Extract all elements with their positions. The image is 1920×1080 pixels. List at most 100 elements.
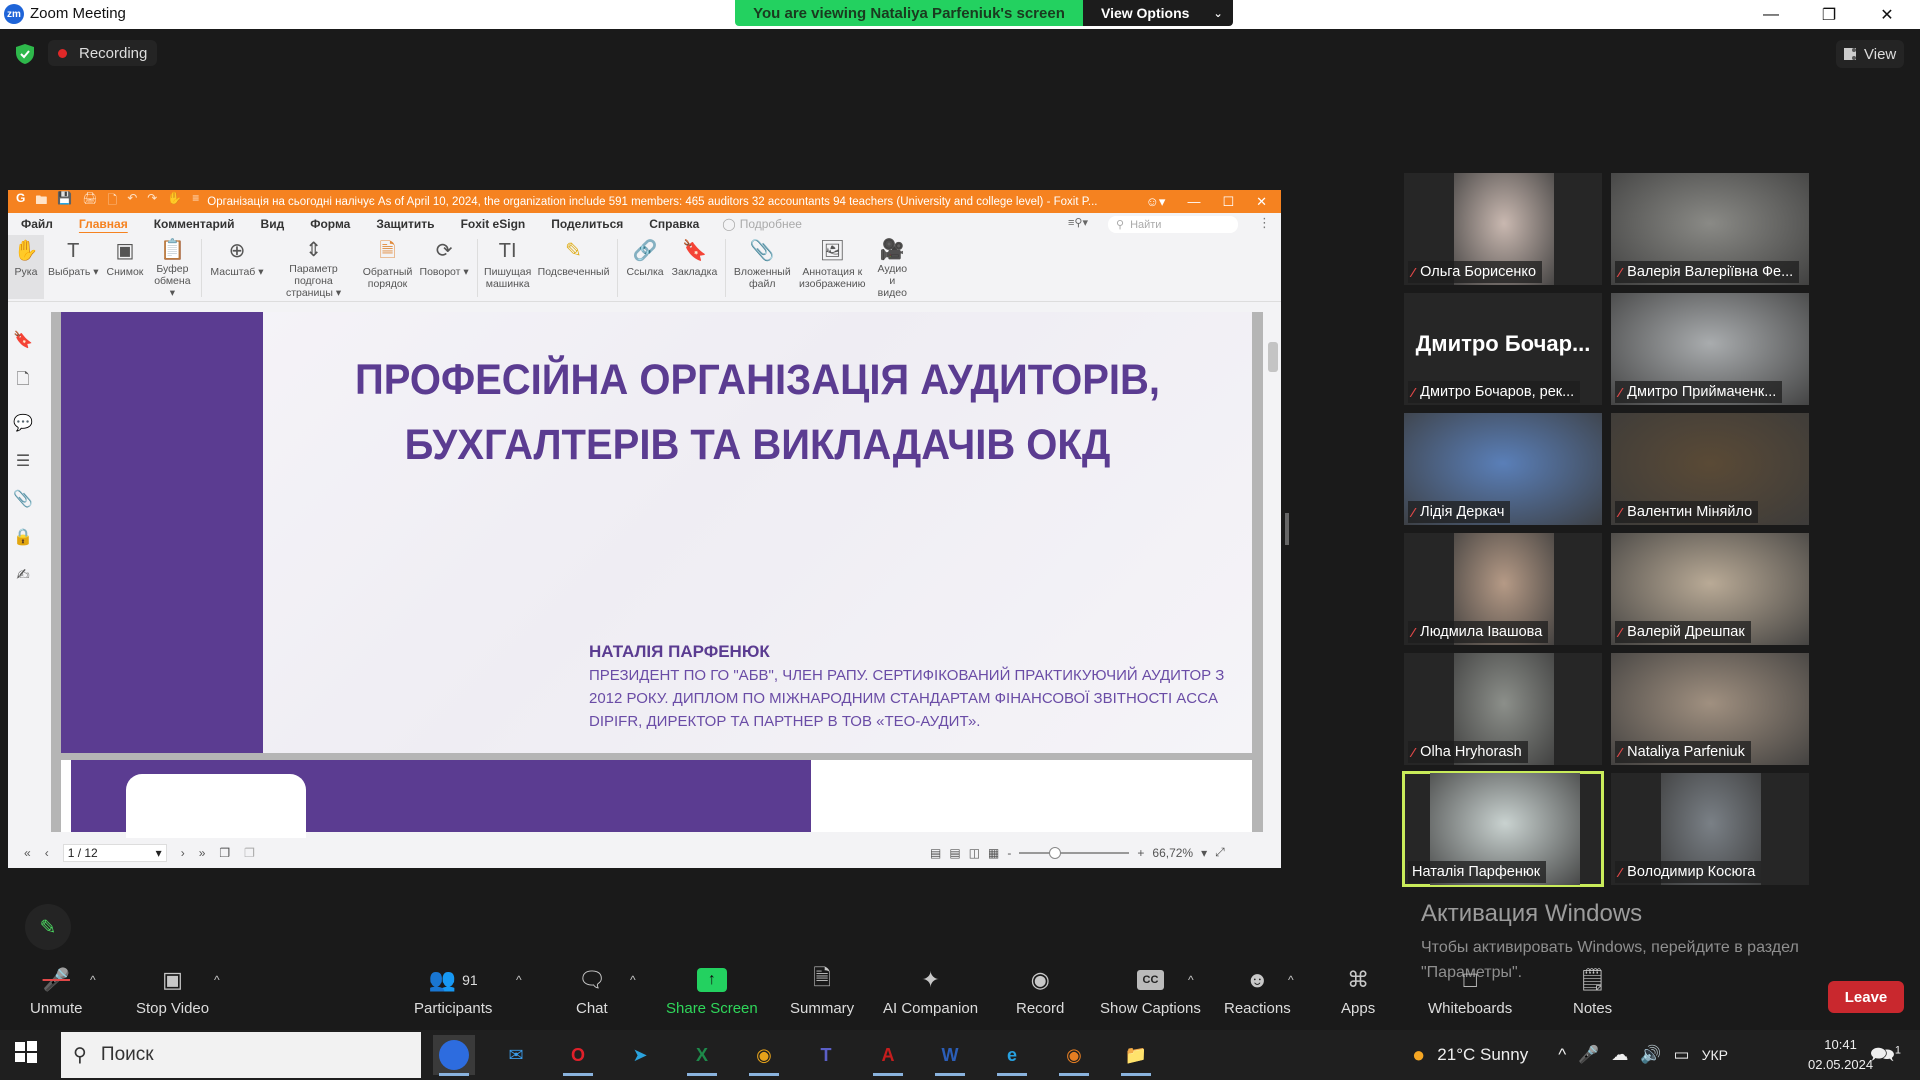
taskbar-app-word[interactable]: W — [929, 1035, 971, 1076]
tool-link[interactable]: 🔗 Ссылка — [622, 235, 667, 299]
tool-typewriter[interactable]: TI Пишущая машинка — [482, 235, 534, 299]
taskbar-clock[interactable]: 10:41 02.05.2024 — [1808, 1035, 1873, 1075]
view-layout-button[interactable]: View — [1836, 40, 1905, 68]
next-page-button[interactable]: › — [181, 846, 185, 860]
foxit-minimize-button[interactable]: — — [1187, 194, 1200, 210]
attachments-panel-icon[interactable]: 📎 — [13, 489, 33, 509]
more-options-icon[interactable]: ⋮ — [1258, 215, 1271, 231]
tool-reverse-order[interactable]: 🗎 Обратный порядок — [360, 235, 416, 299]
menu-home[interactable]: Главная — [66, 217, 141, 231]
menu-file[interactable]: Файл — [8, 217, 66, 231]
menu-share[interactable]: Поделиться — [538, 217, 636, 231]
menu-help[interactable]: Справка — [636, 217, 712, 231]
whiteboards-button[interactable]: □ Whiteboards — [1428, 966, 1512, 1017]
zoom-slider-knob[interactable] — [1049, 846, 1062, 859]
reactions-options-caret[interactable]: ^ — [1288, 966, 1294, 1000]
participants-button[interactable]: 👥 91 Participants — [414, 966, 492, 1017]
document-viewport[interactable]: ПРОФЕСІЙНА ОРГАНІЗАЦІЯ АУДИТОРІВ, БУХГАЛ… — [51, 312, 1263, 844]
panel-resize-handle[interactable] — [1285, 513, 1289, 545]
participant-tile[interactable]: ∕ Лідія Деркач — [1404, 413, 1602, 525]
continuous-view-icon[interactable]: ▤ — [949, 846, 960, 860]
first-page-button[interactable]: « — [24, 846, 31, 860]
weather-icon[interactable]: ● — [1412, 1042, 1425, 1068]
tool-select[interactable]: T Выбрать ▾ — [44, 235, 102, 299]
tell-me-box[interactable]: ◯ Подробнее — [722, 217, 802, 231]
redo-icon[interactable]: ↷ — [147, 191, 157, 212]
minimize-button[interactable]: — — [1742, 0, 1800, 29]
close-button[interactable]: ✕ — [1858, 0, 1916, 29]
video-options-caret[interactable]: ^ — [214, 966, 220, 1000]
recording-indicator[interactable]: Recording — [48, 40, 158, 66]
taskbar-app-opera[interactable]: O — [557, 1035, 599, 1076]
notes-button[interactable]: 🗒 Notes — [1573, 966, 1612, 1017]
participant-tile[interactable]: Дмитро Бочар... ∕ Дмитро Бочаров, рек... — [1404, 293, 1602, 405]
notification-center-icon[interactable]: 🗪1 — [1870, 1040, 1901, 1074]
taskbar-app-excel[interactable]: X — [681, 1035, 723, 1076]
foxit-close-button[interactable]: ✕ — [1256, 194, 1267, 210]
show-captions-button[interactable]: CC Show Captions — [1100, 966, 1201, 1017]
battery-icon[interactable]: ▭ — [1674, 1045, 1690, 1065]
new-doc-icon[interactable]: 🗋 — [108, 191, 118, 212]
captions-options-caret[interactable]: ^ — [1188, 966, 1194, 1000]
chat-button[interactable]: 🗨 Chat — [576, 966, 608, 1017]
participant-tile[interactable]: ∕ Дмитро Приймаченк... — [1611, 293, 1809, 405]
tool-rotate[interactable]: ⟳ Поворот ▾ — [416, 235, 473, 299]
tool-fit-page[interactable]: ⇕ Параметр подгона страницы ▾ — [268, 235, 360, 300]
participants-options-caret[interactable]: ^ — [516, 966, 522, 1000]
tool-snapshot[interactable]: ▣ Снимок — [102, 235, 147, 299]
security-panel-icon[interactable]: 🔒 — [13, 527, 33, 547]
comments-panel-icon[interactable]: 💬 — [13, 413, 33, 433]
pages-panel-icon[interactable]: 🗋 — [17, 368, 30, 395]
volume-icon[interactable]: 🔊 — [1640, 1045, 1661, 1065]
customize-icon[interactable]: ≡ — [192, 191, 199, 212]
layers-panel-icon[interactable]: ☰ — [16, 451, 30, 471]
taskbar-app-file-explorer[interactable]: 📁 — [1115, 1035, 1157, 1076]
tool-hand[interactable]: ✋ Рука — [8, 235, 44, 299]
fullscreen-icon[interactable]: ⤢ — [1215, 845, 1225, 860]
participant-tile[interactable]: Наталія Парфенюк — [1402, 771, 1604, 887]
summary-button[interactable]: 🗎 Summary — [790, 965, 854, 1017]
tool-attach-file[interactable]: 📎 Вложенный файл — [730, 235, 794, 299]
taskbar-search-box[interactable]: ⚲ Поиск — [61, 1032, 421, 1078]
weather-text[interactable]: 21°C Sunny — [1437, 1045, 1528, 1065]
zoom-level[interactable]: 66,72% — [1152, 846, 1193, 860]
zoom-slider[interactable] — [1019, 846, 1130, 859]
taskbar-app-chrome[interactable]: ◉ — [743, 1035, 785, 1076]
apps-button[interactable]: ⌘ Apps — [1341, 966, 1375, 1017]
page-number-input[interactable]: 1 / 12 ▾ — [62, 844, 167, 862]
find-input[interactable]: ⚲ Найти — [1108, 216, 1238, 233]
chat-options-caret[interactable]: ^ — [630, 966, 636, 1000]
signature-panel-icon[interactable]: ✍ — [16, 565, 29, 585]
participant-tile[interactable]: ∕ Валентин Міняйло — [1611, 413, 1809, 525]
menu-protect[interactable]: Защитить — [363, 217, 447, 231]
menu-comment[interactable]: Комментарий — [141, 217, 248, 231]
taskbar-app-teams[interactable]: T — [805, 1035, 847, 1075]
zoom-in-button[interactable]: + — [1137, 846, 1144, 860]
continuous-facing-view-icon[interactable]: ▦ — [988, 846, 999, 860]
print-icon[interactable]: 🖨 — [82, 191, 97, 212]
annotate-pencil-button[interactable]: ✎ — [25, 904, 71, 950]
encryption-shield-icon[interactable] — [14, 43, 36, 65]
scrollbar-thumb[interactable] — [1268, 342, 1278, 372]
save-icon[interactable]: 💾 — [57, 191, 72, 212]
taskbar-app-chrome-canary[interactable]: ◉ — [1053, 1035, 1095, 1076]
participant-tile[interactable]: ∕ Nataliya Parfeniuk — [1611, 653, 1809, 765]
record-button[interactable]: ◉ Record — [1016, 966, 1064, 1017]
taskbar-app-edge[interactable]: e — [991, 1035, 1033, 1076]
zoom-out-button[interactable]: - — [1007, 846, 1011, 860]
participant-tile[interactable]: ∕ Валерій Дрешпак — [1611, 533, 1809, 645]
tool-clipboard[interactable]: 📋 Буфер обмена ▾ — [147, 235, 197, 300]
windows-start-icon[interactable] — [14, 1040, 38, 1064]
audio-options-caret[interactable]: ^ — [90, 966, 96, 1000]
participant-tile[interactable]: ∕ Валерія Валеріївна Фе... — [1611, 173, 1809, 285]
menu-form[interactable]: Форма — [297, 217, 363, 231]
search-options-icon[interactable]: ≡⚲▾ — [1068, 216, 1088, 229]
show-hidden-icons[interactable]: ^ — [1558, 1045, 1566, 1065]
tool-bookmark[interactable]: 🔖 Закладка — [668, 235, 722, 299]
account-icon[interactable]: ☺▾ — [1146, 194, 1166, 210]
stop-video-button[interactable]: ▣ Stop Video — [136, 966, 209, 1017]
leave-button[interactable]: Leave — [1828, 981, 1904, 1013]
tool-highlight[interactable]: ✎ Подсвеченный — [534, 235, 614, 299]
microphone-icon[interactable]: 🎤 — [1578, 1045, 1599, 1065]
unmute-button[interactable]: 🎤 Unmute — [30, 966, 83, 1017]
